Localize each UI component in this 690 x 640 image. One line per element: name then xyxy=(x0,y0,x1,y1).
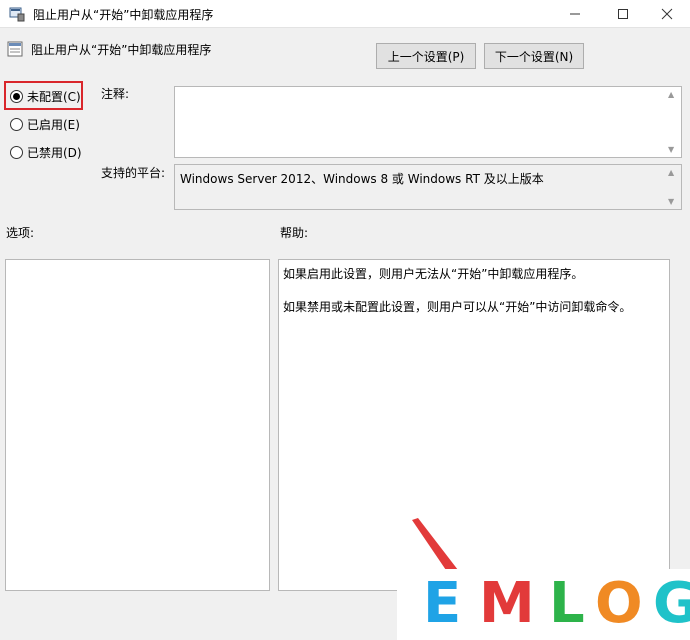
watermark-letter: G xyxy=(653,571,690,636)
minimize-button[interactable] xyxy=(552,0,598,28)
help-paragraph: 如果禁用或未配置此设置，则用户可以从“开始”中访问卸载命令。 xyxy=(283,300,632,314)
comment-label: 注释: xyxy=(101,87,130,101)
radio-label: 已禁用(D) xyxy=(27,145,82,160)
prev-setting-button[interactable]: 上一个设置(P) xyxy=(376,43,476,69)
radio-circle-checked xyxy=(10,89,23,103)
close-icon xyxy=(661,8,673,20)
comment-scrollbar[interactable]: ▲ ▼ xyxy=(664,87,681,157)
minimize-icon xyxy=(570,13,580,15)
radio-label: 未配置(C) xyxy=(27,89,81,104)
radio-circle xyxy=(10,145,23,159)
radio-label: 已启用(E) xyxy=(27,117,80,132)
setting-title: 阻止用户从“开始”中卸载应用程序 xyxy=(31,43,212,57)
policy-icon xyxy=(9,7,25,22)
help-panel: 如果启用此设置，则用户无法从“开始”中卸载应用程序。 如果禁用或未配置此设置，则… xyxy=(278,259,670,591)
watermark-letter: E xyxy=(423,571,462,636)
maximize-button[interactable] xyxy=(600,0,646,28)
radio-enabled[interactable]: 已启用(E) xyxy=(10,115,80,133)
radio-circle xyxy=(10,117,23,131)
window-title: 阻止用户从“开始”中卸载应用程序 xyxy=(33,8,214,22)
platform-scrollbar[interactable]: ▲ ▼ xyxy=(664,165,681,209)
scroll-up-icon: ▲ xyxy=(668,90,675,99)
watermark-letter: O xyxy=(595,571,643,636)
watermark-letter: M xyxy=(479,571,535,636)
scroll-up-icon: ▲ xyxy=(668,168,675,177)
watermark-logo: E M L O G xyxy=(397,569,690,640)
radio-disabled[interactable]: 已禁用(D) xyxy=(10,143,82,161)
platform-value: Windows Server 2012、Windows 8 或 Windows … xyxy=(180,172,544,186)
radio-not-configured[interactable]: 未配置(C) xyxy=(10,87,81,105)
scroll-down-icon: ▼ xyxy=(668,145,675,154)
scroll-down-icon: ▼ xyxy=(668,197,675,206)
platform-field: Windows Server 2012、Windows 8 或 Windows … xyxy=(174,164,682,210)
help-paragraph: 如果启用此设置，则用户无法从“开始”中卸载应用程序。 xyxy=(283,267,584,281)
maximize-icon xyxy=(618,9,628,19)
title-bar: 阻止用户从“开始”中卸载应用程序 xyxy=(0,0,690,28)
watermark-letter: L xyxy=(549,571,585,636)
next-setting-button[interactable]: 下一个设置(N) xyxy=(484,43,584,69)
help-label: 帮助: xyxy=(280,226,309,240)
comment-textarea[interactable]: ▲ ▼ xyxy=(174,86,682,158)
setting-icon xyxy=(7,41,23,57)
options-panel xyxy=(5,259,270,591)
platform-label: 支持的平台: xyxy=(101,166,166,180)
options-label: 选项: xyxy=(6,226,35,240)
close-button[interactable] xyxy=(644,0,690,28)
